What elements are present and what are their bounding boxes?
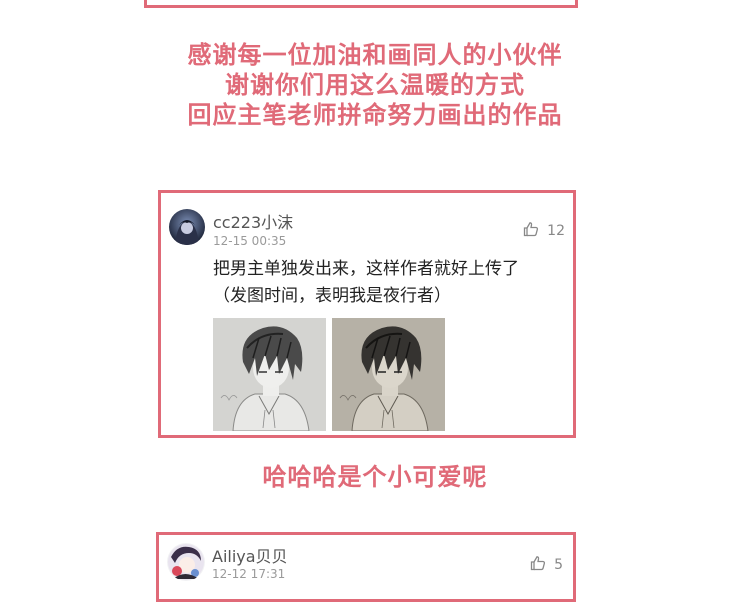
comment-text-line: （发图时间，表明我是夜行者） bbox=[213, 286, 451, 306]
comment-timestamp: 12-12 17:31 bbox=[212, 567, 286, 581]
like-count: 5 bbox=[554, 557, 563, 573]
avatar[interactable] bbox=[169, 209, 205, 245]
drawing-photo[interactable] bbox=[213, 318, 326, 431]
comment-username[interactable]: Ailiya贝贝 bbox=[212, 543, 288, 567]
like-button[interactable]: 12 bbox=[523, 221, 565, 241]
comment-text-line: 把男主单独发出来，这样作者就好上传了 bbox=[213, 259, 519, 279]
comment-card: Ailiya贝贝 12-12 17:31 5 bbox=[156, 532, 576, 602]
comment-timestamp: 12-15 00:35 bbox=[213, 234, 287, 248]
previous-comment-frame bbox=[144, 0, 578, 8]
thumbs-up-icon bbox=[530, 555, 546, 575]
thanks-caption: 感谢每一位加油和画同人的小伙伴 谢谢你们用这么温暖的方式 回应主笔老师拼命努力画… bbox=[0, 40, 750, 130]
like-button[interactable]: 5 bbox=[530, 555, 563, 575]
comment-text: 把男主单独发出来，这样作者就好上传了 （发图时间，表明我是夜行者） bbox=[213, 256, 519, 310]
comment-card: cc223小沫 12-15 00:35 12 把男主单独发出来，这样作者就好上传… bbox=[158, 190, 576, 438]
caption-line: 谢谢你们用这么温暖的方式 bbox=[225, 71, 525, 99]
drawing-photo[interactable] bbox=[332, 318, 445, 431]
caption-line: 回应主笔老师拼命努力画出的作品 bbox=[187, 101, 563, 129]
comment-username[interactable]: cc223小沫 bbox=[213, 209, 293, 233]
cute-caption: 哈哈哈是个小可爱呢 bbox=[262, 463, 488, 491]
caption-line: 感谢每一位加油和画同人的小伙伴 bbox=[187, 41, 563, 69]
like-count: 12 bbox=[547, 223, 565, 239]
thumbs-up-icon bbox=[523, 221, 539, 241]
avatar[interactable] bbox=[167, 543, 205, 581]
